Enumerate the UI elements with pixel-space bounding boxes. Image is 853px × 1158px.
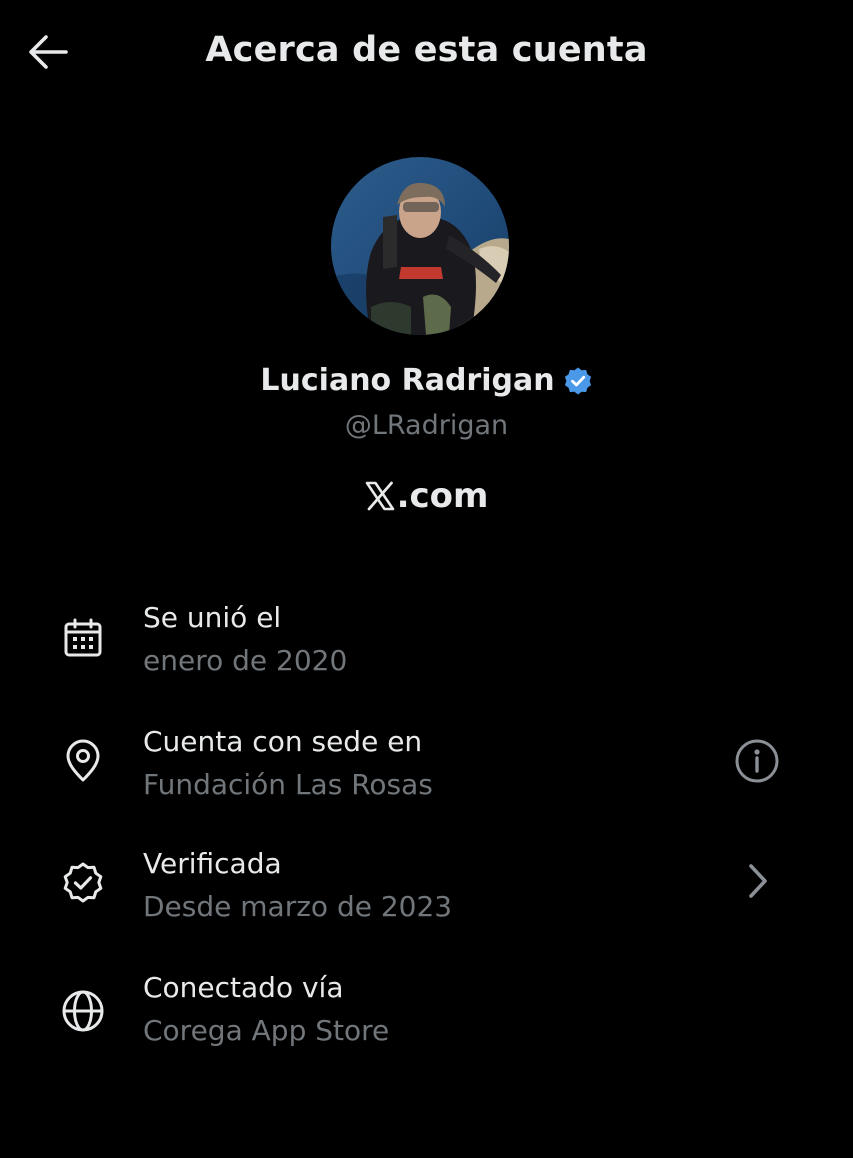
connected-label: Conectado vía: [143, 971, 344, 1004]
profile-name-row: Luciano Radrigan: [0, 363, 853, 398]
globe-icon: [58, 986, 108, 1036]
brand-text: .com: [396, 476, 489, 516]
chevron-right-icon[interactable]: [730, 854, 784, 908]
info-icon[interactable]: [730, 734, 784, 788]
location-value: Fundación Las Rosas: [143, 768, 433, 801]
joined-value: enero de 2020: [143, 644, 348, 677]
x-logo-icon: [365, 481, 395, 511]
location-row: Cuenta con sede en Fundación Las Rosas: [0, 722, 853, 822]
joined-label: Se unió el: [143, 601, 282, 634]
joined-row: Se unió el enero de 2020: [0, 598, 853, 698]
verified-check-icon: [58, 858, 108, 908]
location-pin-icon: [58, 736, 108, 786]
verified-value: Desde marzo de 2023: [143, 890, 453, 923]
verified-badge-icon: [563, 366, 593, 396]
page-title: Acerca de esta cuenta: [205, 30, 648, 70]
brand-row: .com: [0, 476, 853, 516]
verified-row[interactable]: Verificada Desde marzo de 2023: [0, 844, 853, 944]
calendar-icon: [58, 614, 108, 664]
avatar[interactable]: [331, 157, 509, 335]
header-bar: Acerca de esta cuenta: [0, 0, 853, 108]
verified-label: Verificada: [143, 847, 282, 880]
connected-row: Conectado vía Corega App Store: [0, 968, 853, 1068]
handle: @LRadrigan: [344, 410, 509, 441]
location-label: Cuenta con sede en: [143, 725, 423, 758]
connected-value: Corega App Store: [143, 1014, 390, 1047]
display-name: Luciano Radrigan: [260, 363, 555, 398]
